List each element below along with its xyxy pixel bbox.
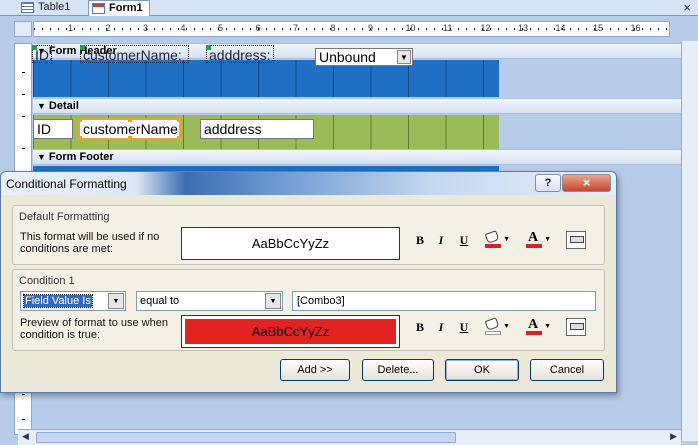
italic-button[interactable]: I: [432, 319, 450, 335]
ruler-number: 13: [518, 23, 529, 33]
fill-color-icon[interactable]: ▼: [484, 317, 510, 336]
delete-button[interactable]: Delete...: [362, 359, 434, 381]
italic-button[interactable]: I: [432, 232, 450, 248]
tab-label: Form1: [109, 2, 143, 14]
underline-button[interactable]: U: [455, 319, 473, 335]
form-footer-bar[interactable]: ▼ Form Footer: [33, 149, 681, 165]
form-header-area: [33, 60, 499, 97]
scroll-thumb[interactable]: [36, 432, 456, 443]
detail-bar[interactable]: ▼ Detail: [33, 98, 681, 114]
font-color-button[interactable]: A ▼: [525, 230, 551, 249]
default-formatting-group: Default Formatting This format will be u…: [12, 205, 605, 265]
ruler-number: 9: [368, 23, 374, 33]
section-title: Detail: [48, 100, 79, 112]
address-textbox[interactable]: adddress: [200, 119, 314, 139]
ruler-number: 15: [593, 23, 604, 33]
ruler-number: 12: [480, 23, 491, 33]
bold-button[interactable]: B: [411, 319, 429, 335]
ruler-number: 5: [218, 23, 224, 33]
address-label[interactable]: adddress:: [206, 45, 274, 63]
ok-button[interactable]: OK: [445, 359, 519, 381]
dropdown-arrow-icon[interactable]: ▼: [397, 50, 411, 64]
dialog-title: Conditional Formatting: [6, 177, 127, 191]
chevron-down-icon[interactable]: ▼: [265, 293, 281, 309]
bold-button[interactable]: B: [411, 232, 429, 248]
section-arrow-icon: ▼: [37, 101, 46, 111]
document-tab-bar: Table1 Form1 ×: [0, 0, 698, 16]
condition-type-select[interactable]: Field Value Is ▼: [20, 291, 126, 311]
section-empty-area: [499, 115, 681, 149]
horizontal-scrollbar[interactable]: ◀ ▶: [18, 429, 681, 445]
customer-name-label[interactable]: customerName:: [80, 45, 189, 63]
ruler-number: 8: [330, 23, 336, 33]
ruler-number: 7: [293, 23, 299, 33]
horizontal-ruler: 1234567891011121314151617: [33, 21, 670, 37]
tab-table1[interactable]: Table1: [18, 0, 82, 16]
scroll-right-icon[interactable]: ▶: [670, 431, 677, 442]
tab-form1[interactable]: Form1: [88, 0, 150, 16]
group-title: Condition 1: [19, 275, 75, 287]
customer-name-textbox[interactable]: customerName: [78, 118, 181, 140]
fill-color-icon[interactable]: ▼: [484, 230, 510, 249]
default-description: This format will be used if no: [20, 231, 160, 243]
ruler-number: 11: [443, 23, 453, 33]
section-title: Form Footer: [48, 151, 114, 163]
ruler-number: 10: [405, 23, 416, 33]
enabled-toggle-icon[interactable]: [566, 318, 586, 336]
ruler-number: 3: [143, 23, 149, 33]
default-preview: AaBbCcYyZz: [181, 227, 400, 260]
section-empty-area: [499, 60, 681, 97]
close-document-icon[interactable]: ×: [683, 0, 691, 15]
form-selector[interactable]: [14, 21, 32, 37]
condition-preview: AaBbCcYyZz: [181, 315, 400, 348]
table-icon: [21, 2, 34, 13]
id-textbox[interactable]: ID: [33, 119, 73, 139]
default-description: conditions are met:: [20, 243, 113, 255]
ruler-number: 6: [255, 23, 261, 33]
cancel-button[interactable]: Cancel: [530, 359, 604, 381]
group-title: Default Formatting: [19, 211, 110, 223]
ruler-number: 17: [668, 23, 669, 33]
font-color-button[interactable]: A ▼: [525, 317, 551, 336]
conditional-formatting-dialog: Conditional Formatting ? × Default Forma…: [0, 171, 617, 393]
close-button[interactable]: ×: [562, 174, 611, 192]
help-button[interactable]: ?: [535, 174, 561, 192]
vertical-scrollbar[interactable]: [681, 41, 698, 441]
add-button[interactable]: Add >>: [280, 359, 350, 381]
ruler-number: 1: [68, 23, 74, 33]
operator-select[interactable]: equal to ▼: [136, 291, 283, 311]
condition-preview-label: condition is true:: [20, 329, 101, 341]
ruler-number: 16: [630, 23, 641, 33]
condition-preview-label: Preview of format to use when: [20, 317, 168, 329]
enabled-toggle-icon[interactable]: [566, 231, 586, 249]
dialog-titlebar[interactable]: Conditional Formatting ? ×: [1, 172, 616, 195]
ruler-number: 2: [105, 23, 111, 33]
expression-input[interactable]: [Combo3]: [292, 291, 596, 311]
id-label[interactable]: ID:: [32, 45, 53, 63]
condition-1-group: Condition 1 Field Value Is ▼ equal to ▼ …: [12, 269, 605, 351]
tab-label: Table1: [38, 1, 71, 13]
chevron-down-icon[interactable]: ▼: [108, 293, 124, 309]
underline-button[interactable]: U: [455, 232, 473, 248]
ruler-number: 4: [180, 23, 186, 33]
combo-unbound[interactable]: Unbound ▼: [315, 48, 413, 66]
scroll-left-icon[interactable]: ◀: [22, 431, 29, 442]
ruler-number: 14: [555, 23, 566, 33]
form-icon: [92, 3, 105, 14]
section-arrow-icon: ▼: [37, 152, 46, 162]
